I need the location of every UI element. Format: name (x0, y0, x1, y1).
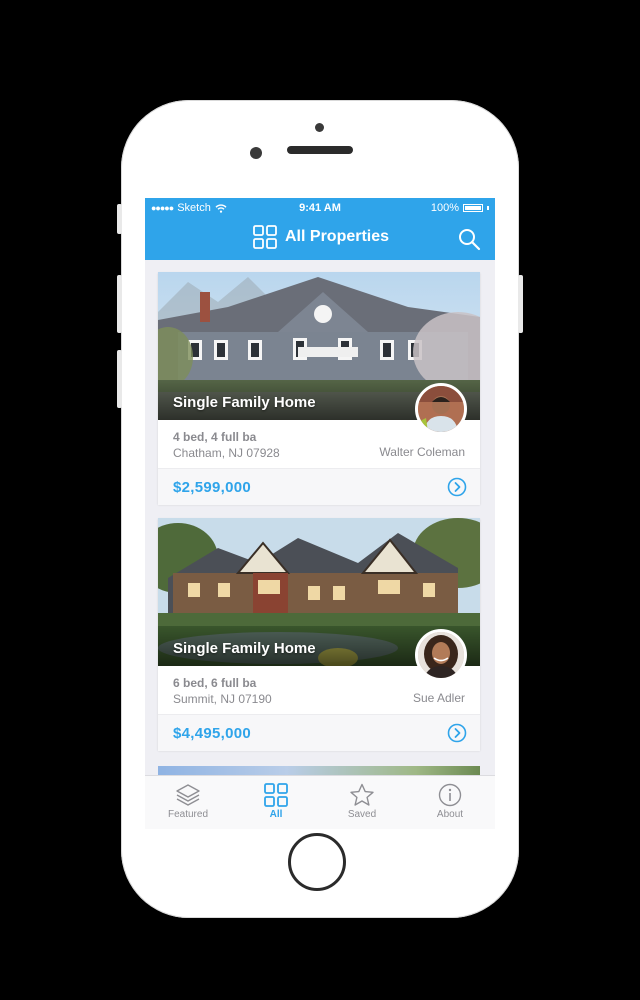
grid-icon (253, 225, 277, 249)
agent-avatar[interactable] (415, 383, 467, 435)
agent-avatar[interactable] (415, 629, 467, 681)
info-icon (438, 783, 462, 807)
property-type: Single Family Home (173, 640, 316, 657)
tab-all-label: All (269, 809, 283, 820)
chevron-right-icon[interactable] (447, 723, 467, 743)
tab-all[interactable]: All (241, 781, 311, 820)
status-bar: ●●●●● Sketch 9:41 AM 100% (145, 198, 495, 218)
battery-cap (487, 206, 489, 210)
property-card[interactable]: Single Family Home 4 bed, 4 full ba Chat… (158, 272, 480, 505)
layers-icon (176, 784, 200, 806)
property-card[interactable]: Single Family Home 6 bed, 6 full ba Summ… (158, 518, 480, 751)
property-type: Single Family Home (173, 394, 316, 411)
search-icon[interactable] (457, 227, 481, 251)
power-button (518, 275, 523, 333)
tab-saved-label: Saved (347, 809, 377, 820)
battery-percent: 100% (430, 202, 459, 214)
chevron-right-icon[interactable] (447, 477, 467, 497)
mute-switch (117, 204, 122, 234)
home-button[interactable] (288, 833, 346, 891)
nav-bar: All Properties (145, 218, 495, 260)
property-location: Summit, NJ 07190 (173, 692, 272, 706)
earpiece-speaker (287, 146, 353, 154)
tab-featured-label: Featured (167, 809, 209, 820)
nav-title-group[interactable]: All Properties (253, 225, 389, 249)
tab-about-label: About (436, 809, 464, 820)
price-row: $2,599,000 (158, 468, 480, 505)
beds-baths: 6 bed, 6 full ba (173, 676, 257, 690)
agent-name: Sue Adler (412, 691, 465, 705)
volume-down-button (117, 350, 122, 408)
volume-up-button (117, 275, 122, 333)
star-icon (350, 783, 374, 806)
battery-icon (463, 204, 483, 212)
tab-about[interactable]: About (415, 781, 485, 820)
property-price: $2,599,000 (173, 479, 252, 496)
proximity-sensor (315, 123, 324, 132)
property-details: 4 bed, 4 full ba Chatham, NJ 07928 (173, 429, 280, 461)
front-camera (250, 147, 262, 159)
property-details: 6 bed, 6 full ba Summit, NJ 07190 (173, 675, 272, 707)
tab-featured[interactable]: Featured (153, 781, 223, 820)
app-screen: ●●●●● Sketch 9:41 AM 100% All Properties (145, 198, 495, 829)
property-location: Chatham, NJ 07928 (173, 446, 280, 460)
page-title: All Properties (285, 228, 390, 245)
grid-icon (264, 783, 288, 807)
tab-bar: Featured All Saved About (145, 775, 495, 829)
property-list: Single Family Home 4 bed, 4 full ba Chat… (158, 272, 480, 764)
property-price: $4,495,000 (173, 725, 252, 742)
tab-saved[interactable]: Saved (327, 781, 397, 820)
agent-name: Walter Coleman (379, 445, 465, 459)
price-row: $4,495,000 (158, 714, 480, 751)
beds-baths: 4 bed, 4 full ba (173, 430, 257, 444)
